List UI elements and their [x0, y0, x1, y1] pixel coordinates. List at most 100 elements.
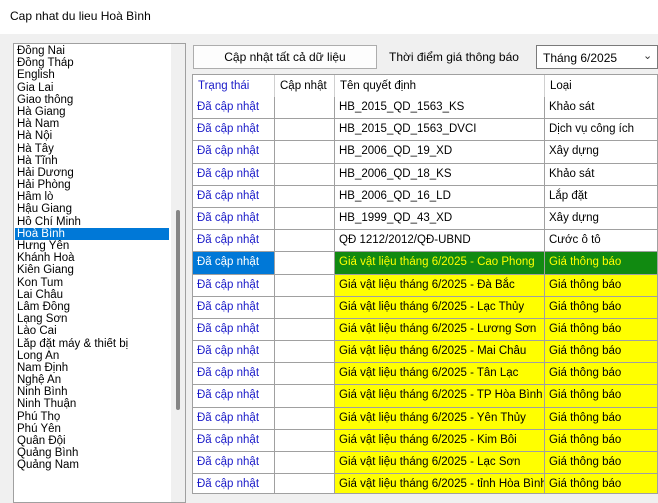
cell-status[interactable]: Đã cập nhật [193, 274, 275, 297]
cell-type[interactable]: Giá thông báo [545, 429, 657, 452]
table-row[interactable]: Đã cập nhật Giá vật liệu tháng 6/2025 - t… [193, 474, 657, 493]
province-list-item[interactable]: Hải Dương [15, 167, 169, 179]
cell-status[interactable]: Đã cập nhật [193, 185, 275, 208]
table-row[interactable]: Đã cập nhật HB_2015_QD_1563_KS Khảo sát [193, 97, 657, 120]
cell-type[interactable]: Giá thông báo [545, 407, 657, 430]
cell-type[interactable]: Giá thông báo [545, 296, 657, 319]
cell-type[interactable]: Giá thông báo [545, 474, 657, 493]
province-list-item[interactable]: Ninh Bình [15, 386, 169, 398]
cell-status[interactable]: Đã cập nhật [193, 296, 275, 319]
table-row[interactable]: Đã cập nhật HB_1999_QD_43_XD Xây dựng [193, 207, 657, 231]
cell-type[interactable]: Dịch vụ công ích [545, 119, 657, 142]
cell-status[interactable]: Đã cập nhật [193, 119, 275, 142]
cell-decision-name[interactable]: HB_2006_QD_19_XD [335, 141, 545, 164]
cell-type[interactable]: Giá thông báo [545, 385, 657, 408]
cell-decision-name[interactable]: HB_2006_QD_18_KS [335, 163, 545, 186]
table-row[interactable]: Đã cập nhật HB_2015_QD_1563_DVCI Dịch vụ c… [193, 119, 657, 142]
province-list-item[interactable]: Ninh Thuận [15, 398, 169, 410]
cell-status[interactable]: Đã cập nhật [193, 252, 275, 275]
cell-update[interactable] [275, 296, 335, 319]
cell-decision-name[interactable]: QĐ 1212/2012/QĐ-UBND [335, 230, 545, 253]
table-row[interactable]: Đã cập nhật QĐ 1212/2012/QĐ-UBND Cước ô tô [193, 230, 657, 253]
province-list-scrollbar[interactable] [171, 44, 185, 502]
cell-status[interactable]: Đã cập nhật [193, 452, 275, 475]
cell-update[interactable] [275, 318, 335, 342]
cell-type[interactable]: Giá thông báo [545, 452, 657, 475]
cell-type[interactable]: Giá thông báo [545, 252, 657, 275]
cell-update[interactable] [275, 141, 335, 164]
cell-update[interactable] [275, 207, 335, 231]
cell-type[interactable]: Xây dựng [545, 141, 657, 164]
province-list-item[interactable]: Lâm Đồng [15, 301, 169, 313]
cell-status[interactable]: Đã cập nhật [193, 141, 275, 164]
province-list-item[interactable]: Nghệ An [15, 374, 169, 386]
province-list-item[interactable]: Hồ Chí Minh [15, 216, 169, 228]
province-list-item[interactable]: Hà Tĩnh [15, 155, 169, 167]
province-list-item[interactable]: Đồng Tháp [15, 57, 169, 69]
cell-decision-name[interactable]: HB_2015_QD_1563_DVCI [335, 119, 545, 142]
cell-decision-name[interactable]: HB_1999_QD_43_XD [335, 207, 545, 231]
cell-update[interactable] [275, 230, 335, 253]
province-list-item[interactable]: Nam Định [15, 362, 169, 374]
cell-update[interactable] [275, 474, 335, 493]
province-list-item[interactable]: Hoà Bình [15, 227, 169, 240]
table-row[interactable]: Đã cập nhật HB_2006_QD_18_KS Khảo sát [193, 163, 657, 186]
header-update[interactable]: Cập nhật [275, 75, 335, 97]
cell-update[interactable] [275, 274, 335, 297]
cell-status[interactable]: Đã cập nhật [193, 385, 275, 408]
scrollbar-thumb[interactable] [176, 210, 180, 410]
update-all-button[interactable]: Cập nhật tất cả dữ liệu [193, 45, 377, 69]
cell-type[interactable]: Giá thông báo [545, 318, 657, 342]
header-status[interactable]: Trạng thái [193, 75, 275, 97]
province-list-item[interactable]: Lắp đặt máy & thiết bị [15, 338, 169, 350]
header-decision-name[interactable]: Tên quyết định [335, 75, 545, 97]
province-list-item[interactable]: Quân Đội [15, 435, 169, 447]
province-list-item[interactable]: Phú Thọ [15, 411, 169, 423]
cell-decision-name[interactable]: HB_2006_QD_16_LD [335, 185, 545, 208]
table-row[interactable]: Đã cập nhật HB_2006_QD_19_XD Xây dựng [193, 141, 657, 164]
cell-decision-name[interactable]: Giá vật liệu tháng 6/2025 - Lương Sơn [335, 318, 545, 342]
table-row[interactable]: Đã cập nhật HB_2006_QD_16_LD Lắp đặt [193, 185, 657, 208]
province-list-item[interactable]: Long An [15, 350, 169, 362]
province-list-item[interactable]: Hà Tây [15, 143, 169, 155]
province-list-item[interactable]: Kiên Giang [15, 264, 169, 276]
cell-update[interactable] [275, 341, 335, 364]
cell-type[interactable]: Cước ô tô [545, 230, 657, 253]
province-list-item[interactable]: Lạng Sơn [15, 313, 169, 325]
cell-decision-name[interactable]: Giá vật liệu tháng 6/2025 - TP Hòa Bình [335, 385, 545, 408]
cell-status[interactable]: Đã cập nhật [193, 429, 275, 452]
province-list-item[interactable]: Hậu Giang [15, 203, 169, 215]
cell-status[interactable]: Đã cập nhật [193, 363, 275, 386]
province-list-item[interactable]: Gia Lai [15, 82, 169, 94]
table-row[interactable]: Đã cập nhật Giá vật liệu tháng 6/2025 - L… [193, 318, 657, 342]
province-list-item[interactable]: Khánh Hoà [15, 252, 169, 264]
cell-type[interactable]: Khảo sát [545, 97, 657, 120]
province-list-item[interactable]: Lai Châu [15, 289, 169, 301]
table-row[interactable]: Đã cập nhật Giá vật liệu tháng 6/2025 - Y… [193, 407, 657, 430]
cell-update[interactable] [275, 385, 335, 408]
province-list-item[interactable]: English [15, 69, 169, 81]
cell-update[interactable] [275, 252, 335, 275]
cell-decision-name[interactable]: Giá vật liệu tháng 6/2025 - Cao Phong [335, 252, 545, 275]
province-list-item[interactable]: Hà Giang [15, 106, 169, 118]
cell-update[interactable] [275, 363, 335, 386]
cell-decision-name[interactable]: Giá vật liệu tháng 6/2025 - tỉnh Hòa Bìn… [335, 474, 545, 493]
province-list-item[interactable]: Kon Tum [15, 277, 169, 289]
table-row[interactable]: Đã cập nhật Giá vật liệu tháng 6/2025 - T… [193, 385, 657, 408]
cell-update[interactable] [275, 185, 335, 208]
month-select[interactable]: Tháng 6/2025 ⌄ [536, 45, 658, 69]
province-list-item[interactable]: Hải Phòng [15, 179, 169, 191]
cell-decision-name[interactable]: Giá vật liệu tháng 6/2025 - Đà Bắc [335, 274, 545, 297]
table-row[interactable]: Đã cập nhật Giá vật liệu tháng 6/2025 - Đ… [193, 274, 657, 297]
cell-decision-name[interactable]: Giá vật liệu tháng 6/2025 - Lạc Thủy [335, 296, 545, 319]
cell-decision-name[interactable]: HB_2015_QD_1563_KS [335, 97, 545, 120]
cell-status[interactable]: Đã cập nhật [193, 207, 275, 231]
province-list-item[interactable]: Phú Yên [15, 423, 169, 435]
province-list-item[interactable]: Đồng Nai [15, 45, 169, 57]
cell-status[interactable]: Đã cập nhật [193, 474, 275, 493]
cell-update[interactable] [275, 407, 335, 430]
cell-status[interactable]: Đã cập nhật [193, 407, 275, 430]
province-list-item[interactable]: Hầm lò [15, 191, 169, 203]
cell-type[interactable]: Xây dựng [545, 207, 657, 231]
cell-type[interactable]: Giá thông báo [545, 363, 657, 386]
